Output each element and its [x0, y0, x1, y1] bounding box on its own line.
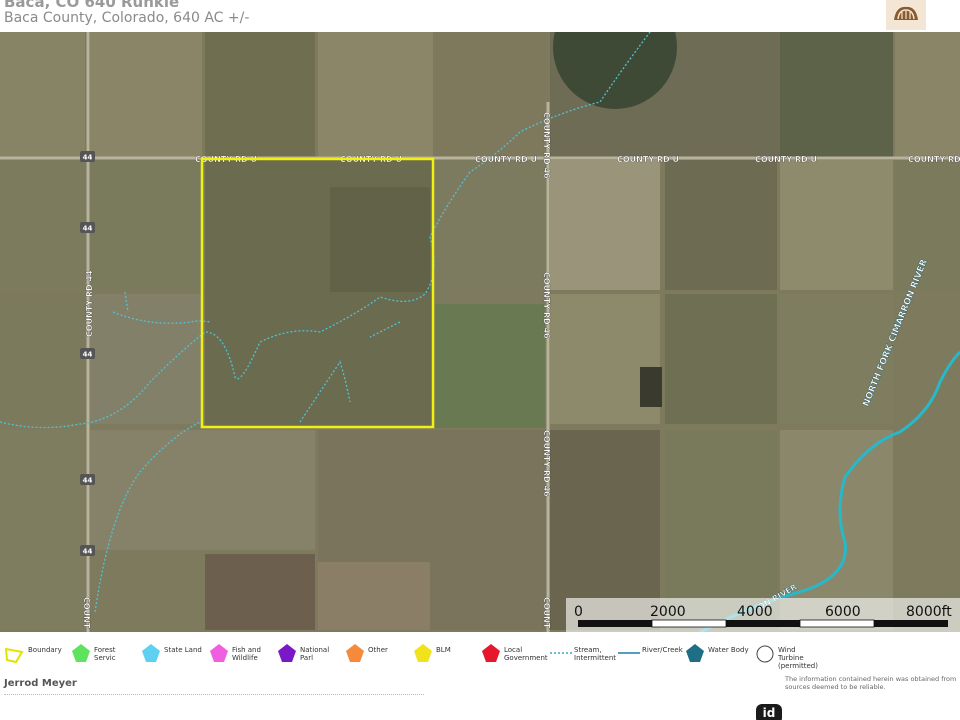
- legend-label-boundary: Boundary: [28, 646, 62, 654]
- field-parcels: [0, 32, 960, 630]
- road-label-county-short: COUNT: [542, 597, 551, 629]
- national-park-icon: [278, 644, 296, 662]
- brand-logo-icon: [886, 0, 926, 30]
- legend-label-local-government: Local Government: [504, 646, 548, 662]
- scale-tick-2000: 2000: [650, 604, 686, 620]
- legend-label-wind-turbine: Wind Turbine (permitted): [778, 646, 818, 670]
- scale-tick-4000: 4000: [737, 604, 773, 620]
- map-legend: Boundary Forest Servic State Land Fish a…: [0, 634, 960, 670]
- road-label-county-rd-46-3: COUNTY RD 46: [542, 430, 551, 497]
- road-label-county-rd-u-4: COUNTY RD U: [617, 155, 679, 164]
- legend-label-fish-wildlife: Fish and Wildlife: [232, 646, 261, 662]
- legend-label-other: Other: [368, 646, 388, 654]
- route-shield-label-4: 44: [83, 477, 93, 485]
- legend-label-stream: Stream, Intermittent: [574, 646, 617, 662]
- stream-intermittent-icon: [550, 652, 572, 654]
- legend-label-forest-service: Forest Servic: [94, 646, 116, 662]
- route-shield-label-2: 44: [83, 225, 93, 233]
- legend-label-blm: BLM: [436, 646, 451, 654]
- fish-wildlife-icon: [210, 644, 228, 662]
- legend-label-water-body: Water Body: [708, 646, 749, 654]
- road-label-county-rd-u-5: COUNTY RD U: [755, 155, 817, 164]
- state-land-icon: [142, 644, 160, 662]
- river-creek-icon: [618, 652, 640, 654]
- legend-label-river-creek: River/Creek: [642, 646, 683, 654]
- water-body-icon: [686, 644, 704, 662]
- scale-tick-8000: 8000ft: [906, 604, 952, 620]
- disclaimer-text: The information contained herein was obt…: [785, 675, 957, 691]
- road-label-county-rd-46-2: COUNTY RD 46: [542, 272, 551, 339]
- footer: Jerrod Meyer id The information containe…: [0, 672, 960, 720]
- route-shield-label-1: 44: [83, 154, 93, 162]
- blm-icon: [414, 644, 432, 662]
- scale-bar: 0 2000 4000 6000 8000ft: [566, 598, 960, 632]
- aerial-map[interactable]: COUNTY RD U COUNTY RD U COUNTY RD U COUN…: [0, 32, 960, 632]
- agent-contact-line: [4, 694, 424, 701]
- agent-name: Jerrod Meyer: [4, 678, 77, 689]
- road-label-county-short-44: COUNT: [82, 597, 91, 629]
- forest-service-icon: [72, 644, 90, 662]
- road-label-county-rd-u-6: COUNTY RD U: [908, 155, 960, 164]
- wind-turbine-icon: [756, 645, 774, 663]
- road-label-county-rd-46-1: COUNTY RD 46: [542, 112, 551, 179]
- legend-label-national-park: National Parl: [300, 646, 330, 662]
- scale-tick-0: 0: [574, 604, 583, 620]
- road-label-county-rd-u-3: COUNTY RD U: [475, 155, 537, 164]
- route-shield-label-3: 44: [83, 351, 93, 359]
- page-subtitle: Baca County, Colorado, 640 AC +/-: [4, 10, 250, 26]
- boundary-icon: [4, 647, 24, 664]
- other-icon: [346, 644, 364, 662]
- scale-tick-6000: 6000: [825, 604, 861, 620]
- legend-label-state-land: State Land: [164, 646, 202, 654]
- route-shield-label-5: 44: [83, 548, 93, 556]
- id-badge: id: [756, 704, 782, 720]
- road-label-county-rd-44: COUNTY RD 44: [85, 270, 94, 337]
- header: Baca, CO 640 Runkle Baca County, Colorad…: [0, 0, 960, 32]
- local-government-icon: [482, 644, 500, 662]
